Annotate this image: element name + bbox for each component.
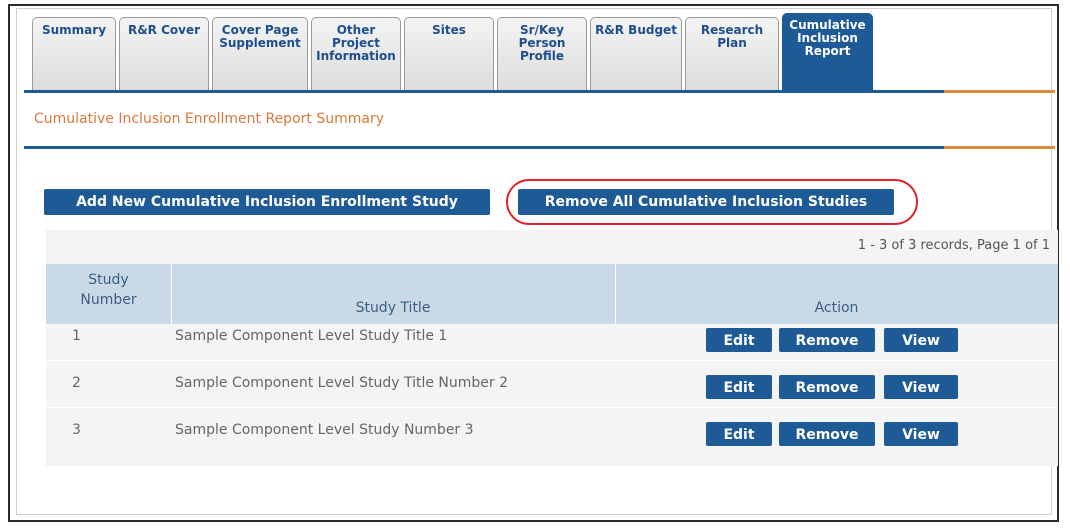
remove-button[interactable]: Remove xyxy=(779,422,875,446)
tab-label: R&R Budget xyxy=(595,23,677,37)
tab-summary[interactable]: Summary xyxy=(32,17,116,91)
header-study-number: Study Number xyxy=(80,272,137,308)
tab-research-plan[interactable]: Research Plan xyxy=(685,17,779,91)
tab-label: Research Plan xyxy=(700,23,764,50)
add-study-button[interactable]: Add New Cumulative Inclusion Enrollment … xyxy=(44,189,490,215)
section-title: Cumulative Inclusion Enrollment Report S… xyxy=(34,111,384,127)
studies-table: 1 - 3 of 3 records, Page 1 of 1 Study Nu… xyxy=(46,230,1058,466)
row-1-number: 1 xyxy=(72,328,81,344)
tab-label: Other Project Information xyxy=(316,23,396,63)
tab-rr-cover[interactable]: R&R Cover xyxy=(119,17,209,91)
remove-all-studies-button[interactable]: Remove All Cumulative Inclusion Studies xyxy=(518,189,894,215)
row-3-number: 3 xyxy=(72,422,81,438)
tab-label: Sites xyxy=(432,23,466,37)
row-divider xyxy=(46,407,1058,408)
tab-other-project-information[interactable]: Other Project Information xyxy=(311,17,401,91)
row-2-number: 2 xyxy=(72,375,81,391)
view-button[interactable]: View xyxy=(884,422,958,446)
row-1-title: Sample Component Level Study Title 1 xyxy=(175,328,448,344)
edit-button[interactable]: Edit xyxy=(706,422,772,446)
view-button[interactable]: View xyxy=(884,328,958,352)
records-info: 1 - 3 of 3 records, Page 1 of 1 xyxy=(857,238,1050,253)
tab-label: Cumulative Inclusion Report xyxy=(789,18,866,58)
remove-button[interactable]: Remove xyxy=(779,328,875,352)
header-action: Action xyxy=(814,300,859,316)
tab-cumulative-inclusion-report[interactable]: Cumulative Inclusion Report xyxy=(782,13,873,91)
remove-button[interactable]: Remove xyxy=(779,375,875,399)
edit-button[interactable]: Edit xyxy=(706,328,772,352)
tab-rr-budget[interactable]: R&R Budget xyxy=(590,17,682,91)
edit-button[interactable]: Edit xyxy=(706,375,772,399)
tab-sr-key-person-profile[interactable]: Sr/Key Person Profile xyxy=(497,17,587,91)
tab-label: R&R Cover xyxy=(127,23,201,37)
tab-label: Cover Page Supplement xyxy=(219,23,301,50)
row-divider xyxy=(46,360,1058,361)
tab-label: Summary xyxy=(41,23,107,37)
tab-label: Sr/Key Person Profile xyxy=(518,23,566,63)
view-button[interactable]: View xyxy=(884,375,958,399)
row-3-title: Sample Component Level Study Number 3 xyxy=(175,422,474,438)
row-2-title: Sample Component Level Study Title Numbe… xyxy=(175,375,508,391)
tab-sites[interactable]: Sites xyxy=(404,17,494,91)
header-study-title: Study Title xyxy=(355,300,431,316)
tab-cover-page-supplement[interactable]: Cover Page Supplement xyxy=(212,17,308,91)
